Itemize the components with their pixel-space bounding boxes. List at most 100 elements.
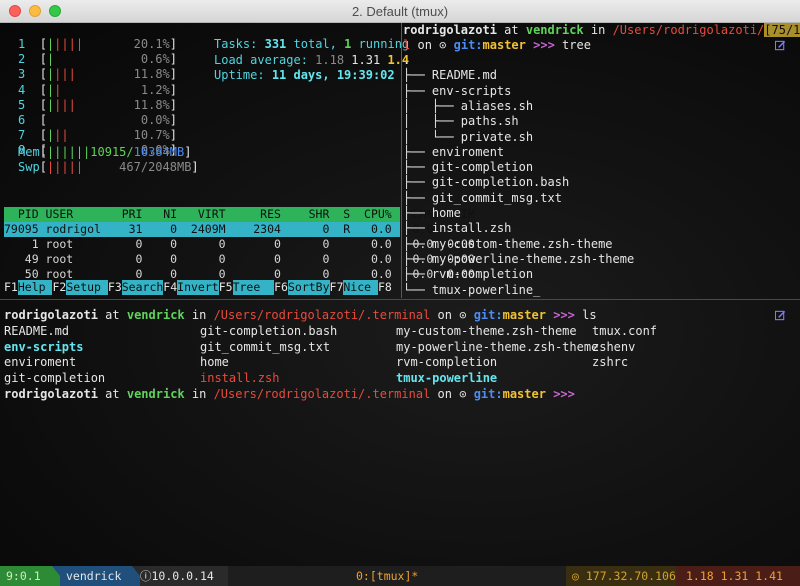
htop-uptime: Uptime: 11 days, 19:39:02	[214, 68, 395, 82]
terminal-window: 2. Default (tmux) 1 [||||| 20.1%] 2 [| 0.…	[0, 0, 800, 586]
htop-mem-meter: Mem[||||||10915/16384MB]	[18, 145, 192, 159]
cpu-bar: ||||	[54, 37, 84, 51]
cpu-number: 6	[18, 113, 26, 127]
terminal-content[interactable]: 1 [||||| 20.1%] 2 [| 0.6%] 3 [|||| 11.8%] 4…	[0, 23, 800, 586]
ls-entry: rvm-completion	[396, 355, 498, 369]
bottom-pane-prompt-2[interactable]: rodrigolazoti at vendrick in /Users/rodr…	[4, 387, 575, 402]
cpu-meter-6: 6 [ 0.0%]	[18, 113, 177, 127]
tree-entry: ├── enviroment	[403, 144, 505, 159]
bottom-pane-prompt: rodrigolazoti at vendrick in /Users/rodr…	[4, 308, 597, 322]
cpu-number: 2	[18, 52, 26, 67]
pane-divider-horizontal[interactable]	[0, 299, 800, 300]
cpu-percent: 1.2%	[140, 82, 170, 97]
cpu-percent: 0.0%	[140, 113, 170, 127]
tree-entry: │ └── private.sh	[403, 129, 534, 144]
tree-entry: ├── my-powerline-theme.zsh-theme	[403, 251, 635, 266]
htop-load-average: Load average: 1.18 1.31 1.4	[214, 53, 410, 67]
titlebar: 2. Default (tmux)	[0, 0, 800, 23]
tree-entry: ├── git-completion	[403, 160, 534, 175]
tree-entry: ├── git_commit_msg.txt	[403, 190, 562, 205]
cpu-number: 1	[18, 37, 26, 51]
cpu-number: 4	[18, 82, 26, 97]
ls-entry: env-scripts	[4, 339, 84, 354]
cpu-meter-7: 7 [||| 10.7%]	[18, 128, 177, 143]
fkey-label[interactable]: Invert	[177, 280, 219, 295]
cpu-bar: |||	[54, 97, 76, 112]
tmux-host: vendrick	[60, 566, 132, 586]
ls-entry: git_commit_msg.txt	[200, 339, 331, 354]
ls-entry: zshenv	[592, 339, 636, 354]
cpu-percent: 20.1%	[133, 37, 170, 51]
cpu-percent: 0.6%	[140, 52, 170, 67]
tree-entry: ├── git-completion.bash	[403, 175, 570, 190]
ls-entry: enviroment	[4, 355, 77, 369]
fkey-f5[interactable]: F5	[219, 280, 233, 294]
ls-entry: tmux-powerline	[396, 370, 498, 385]
tmux-local-ip: ⓘ10.0.0.14	[140, 566, 228, 586]
cpu-meter-2: 2 [| 0.6%]	[18, 52, 177, 67]
htop-column-header[interactable]: PID USER PRI NI VIRT RES SHR S CPU% MEM%…	[4, 207, 475, 222]
ls-entry: my-custom-theme.zsh-theme	[396, 324, 577, 338]
fkey-label[interactable]: Help	[17, 280, 53, 295]
cpu-meter-1: 1 [||||| 20.1%]	[18, 37, 177, 51]
fkey-label[interactable]: SortBy	[287, 280, 330, 295]
tree-pane-prompt-cont: l on ⊙ git:master >>> tree	[403, 38, 591, 52]
tree-entry: │ ├── paths.sh	[403, 114, 519, 129]
tmux-window-tab[interactable]: 0:[tmux]*	[356, 566, 418, 586]
ls-entry: tmux.conf	[592, 324, 658, 338]
tmux-statusbar: 9:0.1 vendrick ⓘ10.0.0.14 0:[tmux]* ◎ 17…	[0, 566, 800, 586]
fkey-f3[interactable]: F3	[108, 280, 122, 294]
fkey-f6[interactable]: F6	[274, 280, 288, 294]
tree-entry: │ ├── aliases.sh	[403, 98, 534, 113]
cpu-bar: |	[54, 82, 62, 97]
cpu-bar: |	[46, 52, 55, 67]
ls-entry: my-powerline-theme.zsh-theme	[396, 339, 599, 354]
fkey-label[interactable]: Nice	[343, 280, 378, 295]
pane-divider-vertical[interactable]	[401, 23, 402, 298]
window-title: 2. Default (tmux)	[351, 4, 449, 19]
line-counter: [75/140]	[764, 23, 800, 37]
tree-entry: ├── home	[403, 206, 461, 220]
edit-icon	[775, 310, 786, 321]
fkey-label[interactable]: Setup	[66, 280, 108, 295]
htop-swp-meter: Swp[||||| 467/2048MB]	[18, 160, 199, 174]
cpu-percent: 11.8%	[133, 97, 170, 112]
htop-process-row[interactable]: 1 root 0 0 0 0 0 0.0 0.0 0:00	[4, 237, 475, 252]
fkey-f8[interactable]: F8	[378, 280, 392, 294]
cpu-bar: |||	[54, 67, 76, 82]
cpu-meter-3: 3 [|||| 11.8%]	[18, 67, 177, 82]
cpu-bar: ||	[54, 128, 69, 143]
github-icon: ⊙	[439, 38, 447, 52]
cpu-number: 3	[18, 67, 26, 82]
cpu-meter-5: 5 [|||| 11.8%]	[18, 97, 177, 112]
htop-tasks: Tasks: 331 total, 1 running	[214, 37, 410, 51]
info-icon: ⓘ	[140, 569, 152, 583]
ls-entry: install.zsh	[200, 370, 280, 385]
tmux-load-average: 1.18 1.31 1.41	[676, 566, 800, 586]
tree-entry: ├── my-custom-theme.zsh-theme	[403, 236, 613, 251]
tree-entry: ├── README.md	[403, 68, 497, 83]
cpu-meter-4: 4 [|| 1.2%]	[18, 82, 178, 97]
fkey-label[interactable]: Tree	[232, 280, 275, 295]
edit-icon	[775, 40, 786, 51]
htop-process-row[interactable]: 49 root 0 0 0 0 0 0.0 0.0 0:00	[4, 252, 475, 267]
tree-entry: ├── env-scripts	[403, 83, 512, 98]
htop-process-row[interactable]: 79095 rodrigol 31 0 2409M 2304 0 R 0.0 0…	[4, 222, 475, 237]
fkey-f1[interactable]: F1	[4, 280, 18, 294]
tree-entry: ├── install.zsh	[403, 221, 512, 236]
tree-pane-prompt: rodrigolazoti at vendrick in /Users/rodr…	[403, 23, 800, 38]
cpu-percent: 10.7%	[133, 128, 170, 143]
fkey-f2[interactable]: F2	[52, 280, 66, 294]
tree-entry: └── tmux-powerline_	[403, 282, 541, 297]
cpu-number: 5	[18, 97, 26, 112]
htop-function-keys[interactable]: F1Help F2Setup F3SearchF4InvertF5Tree F6…	[4, 280, 400, 295]
ls-entry: README.md	[4, 324, 70, 338]
fkey-label[interactable]: Search	[121, 280, 164, 295]
fkey-f4[interactable]: F4	[163, 280, 177, 294]
ls-entry: git-completion.bash	[200, 324, 338, 338]
tmux-session: 9:0.1	[0, 566, 52, 586]
github-icon: ⊙	[459, 308, 467, 322]
tree-entry: .	[403, 53, 411, 67]
fkey-f7[interactable]: F7	[330, 280, 344, 294]
tmux-public-ip: ◎ 177.32.70.106	[566, 566, 676, 586]
